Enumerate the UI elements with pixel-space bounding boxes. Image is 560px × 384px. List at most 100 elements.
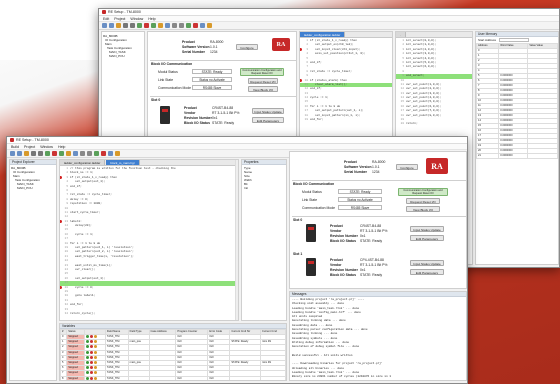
code-text: int_select(6,0,0); — [406, 65, 437, 69]
toolbar-button-icon[interactable] — [87, 151, 92, 156]
input-status-button[interactable]: Input Status Update — [252, 108, 284, 114]
toolbar-button-icon[interactable] — [17, 151, 22, 156]
toolbar-button-icon[interactable] — [115, 151, 120, 156]
slot0-input-status-button[interactable]: Input Status Update — [410, 226, 444, 232]
code-line: 34 return_cycle(); — [60, 312, 238, 316]
menu-item[interactable]: Build — [11, 145, 19, 149]
toolbar-button-icon[interactable] — [116, 23, 121, 28]
code-text: ovr_set_point(4,0,0); — [406, 96, 442, 100]
toolbar-button-icon[interactable] — [137, 23, 142, 28]
toolbar-button-icon[interactable] — [165, 23, 170, 28]
console-line: Binary size is 24961 number of cycles (1… — [292, 375, 392, 379]
modul-status-value: STATE: Ready — [192, 69, 232, 74]
modul-status-label: Modul Status — [302, 190, 322, 194]
toolbar-button-icon[interactable] — [73, 151, 78, 156]
code-text: int_select(2,0,0); — [406, 47, 437, 51]
toolbar-button-icon[interactable] — [172, 23, 177, 28]
memory-addr-input[interactable] — [498, 38, 529, 43]
toolbar-button-icon[interactable] — [94, 151, 99, 156]
tree-item[interactable]: MAIN_POU — [103, 54, 143, 58]
slot1-vendor-value: RT 3-1-5-1 Bit P% — [360, 263, 388, 267]
toolbar-button-icon[interactable] — [52, 151, 57, 156]
slot0-edit-params-button[interactable]: Edit Parameters — [410, 235, 444, 241]
configure-button[interactable]: Configure — [396, 164, 418, 170]
toolbar-button-icon[interactable] — [123, 23, 128, 28]
slot1-edit-params-button[interactable]: Edit Parameters — [410, 269, 444, 275]
menu-item[interactable]: Edit — [103, 17, 109, 21]
slot1-product-label: Product — [330, 258, 343, 262]
code-text: if (st_state_1_x_ready) then — [70, 175, 117, 179]
line-number: 20 — [400, 122, 404, 126]
slot-vendor-label: Vendor — [184, 111, 196, 115]
menu-item[interactable]: Project — [114, 17, 125, 21]
code-text: ret_state := cycle_timer; — [70, 193, 112, 197]
menu-item[interactable]: Help — [148, 17, 155, 21]
code-text: if (st_state_1_x_ready) then — [310, 39, 357, 42]
slot-status-value: STATE: Ready — [212, 121, 235, 125]
configure-button[interactable]: Configure — [236, 44, 258, 50]
code-text: set_input_pattern(in_1, i); — [310, 113, 361, 117]
comm-config-button[interactable]: Communication Configuration and Request … — [398, 188, 448, 196]
menu-item[interactable]: Window — [130, 17, 143, 21]
table-row[interactable]: 8 Stopped TASK_TIM 0x0 0x0 — [60, 375, 286, 380]
toolbar-button-icon[interactable] — [200, 23, 205, 28]
tab-source[interactable]: · — [396, 32, 406, 37]
view-block-io-button[interactable]: View Block I/O — [248, 86, 278, 92]
front-config-pane: RA Product Software Version Serial Numbe… — [289, 151, 467, 289]
slot1-input-status-button[interactable]: Input Status Update — [410, 260, 444, 266]
code-text: int_select(1,0,0); — [406, 43, 437, 47]
slot1-status-label: Block I/O Status — [330, 273, 357, 277]
toolbar-button-icon[interactable] — [59, 151, 64, 156]
toolbar-button-icon[interactable] — [108, 151, 113, 156]
toolbar-button-icon[interactable] — [80, 151, 85, 156]
view-block-io-button[interactable]: View Block I/O — [406, 206, 440, 212]
code-text: end_if; — [70, 184, 82, 188]
front-titlebar: RE Setup - TM-8000 — [7, 137, 467, 144]
code-text: set_pattern(out_1, i) 'resolution'; — [70, 246, 134, 250]
menu-item[interactable]: Project — [24, 145, 35, 149]
code-text: set_output(out_1); — [70, 180, 106, 184]
toolbar-button-icon[interactable] — [207, 23, 212, 28]
code-text: delay := 0; — [70, 197, 89, 201]
toolbar-button-icon[interactable] — [38, 151, 43, 156]
code-line: 19 end_for; — [300, 118, 392, 122]
edit-params-button[interactable]: Edit Parameters — [252, 117, 284, 123]
toolbar-button-icon[interactable] — [24, 151, 29, 156]
toolbar-button-icon[interactable] — [10, 151, 15, 156]
comm-config-button[interactable]: Communication Configuration and Request … — [240, 68, 284, 76]
status-led-icon — [89, 345, 93, 349]
toolbar-button-icon[interactable] — [45, 151, 50, 156]
code-text: axis_set_position(cr4st_1, 0); — [310, 52, 366, 56]
status-led-icon — [93, 366, 97, 370]
tab-ladder[interactable]: ladder_configuration.ladder — [300, 32, 346, 37]
toolbar-button-icon[interactable] — [101, 151, 106, 156]
toolbar-button-icon[interactable] — [158, 23, 163, 28]
toolbar-button-icon[interactable] — [144, 23, 149, 28]
toolbar-button-icon[interactable] — [186, 23, 191, 28]
editor-tab[interactable]: block_io_main.hgr — [106, 160, 140, 165]
slot-vendor-value: RT 3-1-5-1 Bit P% — [212, 111, 240, 115]
editor-tab[interactable]: ladder_configuration.ladder — [60, 160, 106, 165]
code-text: delay(20); — [70, 224, 92, 228]
toolbar-button-icon[interactable] — [66, 151, 71, 156]
request-reset-button[interactable]: Request Reset I/O — [248, 78, 278, 84]
memory-row[interactable]: 21 0.0000000 — [476, 153, 558, 159]
menu-item[interactable]: Help — [58, 145, 65, 149]
code-text: for i := 1 to 8 do — [70, 241, 101, 245]
toolbar-button-icon[interactable] — [130, 23, 135, 28]
menu-item[interactable]: Window — [40, 145, 53, 149]
editor-scrollbar[interactable] — [235, 160, 238, 320]
toolbar-button-icon[interactable] — [109, 23, 114, 28]
code-text: set_output_on(ch0_led); — [310, 43, 354, 47]
slot1-revision-value: 0x1 — [360, 268, 366, 272]
toolbar-button-icon[interactable] — [31, 151, 36, 156]
serial-value: 1234 — [210, 50, 218, 54]
request-reset-button[interactable]: Request Reset I/O — [406, 198, 440, 204]
toolbar-button-icon[interactable] — [193, 23, 198, 28]
tree-item[interactable]: MAIN_POU — [11, 186, 55, 190]
toolbar-button-icon[interactable] — [179, 23, 184, 28]
code-text: return; — [406, 122, 418, 126]
toolbar-button-icon[interactable] — [102, 23, 107, 28]
status-led-icon — [93, 356, 97, 359]
toolbar-button-icon[interactable] — [151, 23, 156, 28]
